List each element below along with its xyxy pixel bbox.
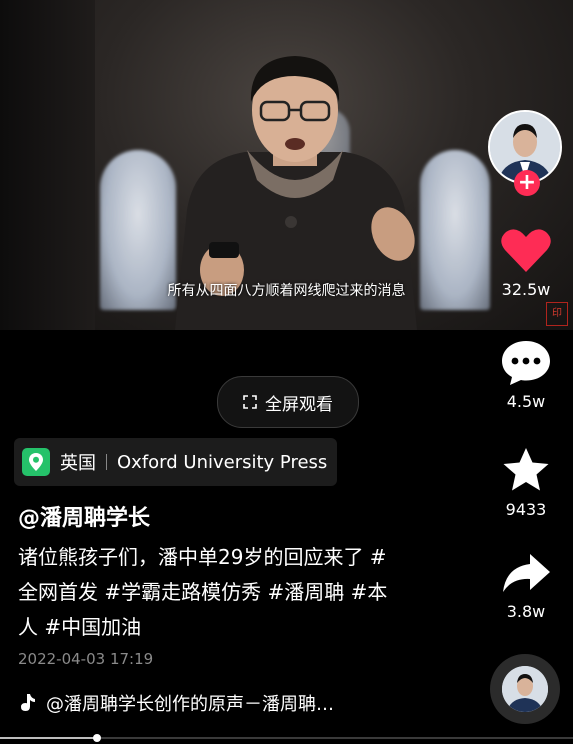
video-progress-fill	[0, 737, 98, 739]
music-disc-cover	[502, 666, 548, 712]
seal-stamp: 印	[546, 302, 568, 326]
video-progress-bar[interactable]	[0, 734, 573, 742]
music-note-icon	[21, 694, 35, 711]
follow-button[interactable]: +	[514, 170, 540, 196]
post-date: 2022-04-03 17:19	[18, 650, 154, 668]
favorite-count: 9433	[505, 500, 547, 519]
fullscreen-button[interactable]: 全屏观看	[217, 376, 359, 428]
music-title: @潘周聃学长创作的原声－潘周聃…	[46, 694, 334, 715]
like-button[interactable]: 32.5w	[482, 228, 570, 299]
music-info[interactable]: @潘周聃学长创作的原声－潘周聃…	[18, 690, 334, 716]
comment-button[interactable]: 4.5w	[482, 338, 570, 411]
music-disc[interactable]	[490, 654, 560, 724]
post-description: 诸位熊孩子们，潘中单29岁的回应来了 #全网首发 #学霸走路模仿秀 #潘周聃 #…	[18, 545, 388, 639]
fullscreen-label: 全屏观看	[265, 394, 333, 415]
share-icon	[503, 554, 550, 592]
location-place: Oxford University Press	[117, 451, 328, 473]
location-country: 英国	[60, 453, 96, 474]
location-pin-icon	[22, 448, 50, 476]
share-count: 3.8w	[506, 602, 546, 621]
comment-count: 4.5w	[506, 392, 546, 411]
fullscreen-icon	[243, 395, 257, 409]
location-tag[interactable]: 英国 Oxford University Press	[14, 438, 338, 486]
star-icon	[503, 448, 549, 491]
favorite-button[interactable]: 9433	[482, 446, 570, 519]
comment-icon	[502, 341, 550, 385]
location-divider	[106, 454, 107, 470]
like-count: 32.5w	[501, 280, 551, 299]
author-handle[interactable]: @潘周聃学长	[18, 500, 150, 532]
video-progress-knob[interactable]	[93, 734, 102, 742]
heart-icon	[501, 229, 551, 272]
share-button[interactable]: 3.8w	[482, 550, 570, 621]
